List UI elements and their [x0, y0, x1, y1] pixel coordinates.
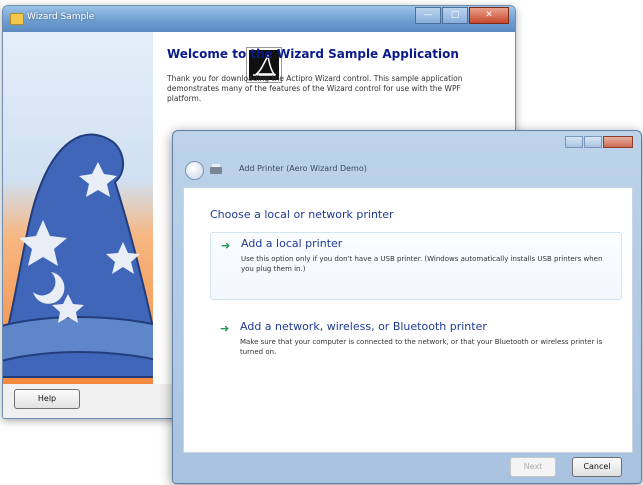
close-button[interactable]: [603, 136, 633, 148]
minimize-button[interactable]: —: [415, 7, 441, 24]
welcome-heading: Welcome to the Wizard Sample Application: [167, 47, 459, 61]
cancel-button[interactable]: Cancel: [572, 457, 622, 477]
wizard-page: Choose a local or network printer ➜ Add …: [183, 187, 633, 453]
window-title: Wizard Sample: [27, 12, 95, 22]
close-button[interactable]: ✕: [469, 7, 509, 24]
caption-buttons: [564, 136, 633, 148]
printer-icon: [210, 164, 222, 174]
green-arrow-icon: ➜: [221, 239, 231, 252]
back-button[interactable]: [185, 161, 204, 180]
next-button[interactable]: Next: [510, 457, 556, 477]
wizard-side-panel: [3, 32, 153, 384]
caption-buttons: — ▢ ✕: [414, 7, 509, 24]
welcome-body: Thank you for downloading the Actipro Wi…: [167, 74, 463, 103]
page-heading: Choose a local or network printer: [210, 208, 394, 221]
option-add-local-printer[interactable]: ➜ Add a local printer Use this option on…: [210, 232, 622, 300]
option-title: Add a network, wireless, or Bluetooth pr…: [240, 320, 487, 333]
title-bar[interactable]: Wizard Sample — ▢ ✕: [3, 6, 515, 32]
green-arrow-icon: ➜: [220, 322, 230, 335]
option-title: Add a local printer: [241, 237, 343, 250]
add-printer-window: Add Printer (Aero Wizard Demo) Choose a …: [172, 130, 642, 484]
maximize-button[interactable]: ▢: [442, 7, 468, 24]
maximize-button[interactable]: [584, 136, 602, 148]
option-description: Use this option only if you don't have a…: [241, 255, 603, 273]
option-add-network-printer[interactable]: ➜ Add a network, wireless, or Bluetooth …: [210, 316, 620, 382]
help-button[interactable]: Help: [14, 389, 80, 409]
option-description: Make sure that your computer is connecte…: [240, 338, 603, 356]
wizard-hat-image: [3, 133, 153, 378]
app-icon: [10, 13, 24, 25]
window-title: Add Printer (Aero Wizard Demo): [239, 164, 367, 173]
minimize-button[interactable]: [565, 136, 583, 148]
